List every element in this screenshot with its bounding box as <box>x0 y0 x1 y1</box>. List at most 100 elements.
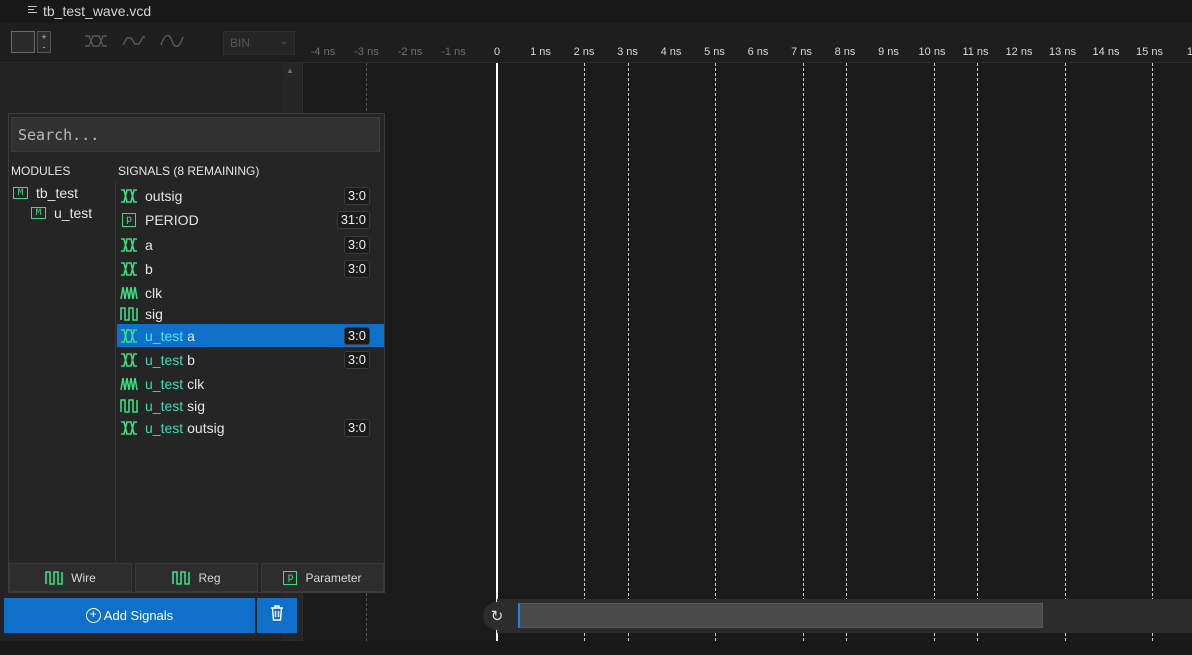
trash-icon <box>270 605 284 626</box>
modules-column <box>9 181 116 563</box>
window-title: tb_test_wave.vcd <box>43 3 152 19</box>
module-icon: M <box>31 207 46 219</box>
waveform-area[interactable] <box>303 63 1192 641</box>
bus-signal-icon <box>119 352 139 368</box>
filter-reg-label: Reg <box>198 570 221 585</box>
signal-module-prefix: u_test <box>145 397 184 414</box>
add-signals-button[interactable]: + Add Signals <box>4 598 255 633</box>
filter-reg-button[interactable]: Reg <box>135 563 258 592</box>
filter-wire-button[interactable]: Wire <box>9 563 132 592</box>
parameter-icon: p <box>283 570 298 585</box>
signal-row[interactable]: a 3:0 <box>117 233 384 256</box>
signal-name: b <box>145 260 153 277</box>
ruler-tick-label: 11 ns <box>962 46 989 58</box>
filter-parameter-button[interactable]: p Parameter <box>261 563 384 592</box>
ruler-tick-label: 9 ns <box>878 46 899 58</box>
gridline <box>628 63 629 641</box>
signal-module-prefix: u_test <box>145 375 184 392</box>
scroll-up-icon[interactable]: ▲ <box>286 66 294 75</box>
add-circle-icon: + <box>85 608 101 623</box>
ruler-tick-label: 10 ns <box>918 46 946 58</box>
refresh-icon[interactable]: ↻ <box>483 602 511 630</box>
gridline <box>1065 63 1066 641</box>
reg-icon <box>172 570 191 585</box>
module-icon: M <box>13 187 28 199</box>
chevron-down-icon: ⌄ <box>279 36 288 47</box>
signal-row[interactable]: u_test a 3:0 <box>117 324 384 347</box>
bus-signal-icon <box>119 237 139 253</box>
gridline <box>1152 63 1153 641</box>
signal-width-badge: 31:0 <box>336 210 370 229</box>
filter-parameter-label: Parameter <box>305 570 362 585</box>
wire-signal-icon <box>119 306 139 322</box>
signal-row[interactable]: u_test clk <box>117 372 384 395</box>
signal-width-badge: 3:0 <box>343 418 370 437</box>
analog-step-icon[interactable] <box>118 31 150 51</box>
ruler-tick-label: 6 ns <box>747 46 769 58</box>
cursor-line[interactable] <box>496 63 498 643</box>
signal-row[interactable]: b 3:0 <box>117 257 384 280</box>
ruler-tick-label: 5 ns <box>704 46 725 58</box>
ruler-tick-label: 8 ns <box>834 46 856 58</box>
signal-module-prefix: u_test <box>145 351 184 368</box>
ruler-tick-label: 0 <box>493 46 501 58</box>
signal-name: a <box>145 236 153 253</box>
ruler-tick-label: 13 ns <box>1049 46 1076 58</box>
signal-row[interactable]: sig <box>117 302 384 325</box>
module-item-tb-test[interactable]: M tb_test <box>13 185 78 201</box>
signal-name: PERIOD <box>145 211 199 228</box>
signal-color-picker[interactable] <box>11 31 35 53</box>
bus-signal-icon <box>119 261 139 277</box>
add-signals-label: Add Signals <box>103 608 174 623</box>
clock-signal-icon <box>119 376 139 392</box>
ruler-tick-label: 16 <box>1186 46 1192 58</box>
status-bar <box>0 641 1192 655</box>
ruler-tick-label: -3 ns <box>354 46 379 58</box>
ruler-tick-label: -2 ns <box>397 46 423 58</box>
signal-row[interactable]: u_test sig <box>117 394 384 417</box>
signal-width-badge: 3:0 <box>343 235 370 254</box>
signals-header: SIGNALS (8 REMAINING) <box>118 164 260 178</box>
signal-name: outsig <box>145 187 183 204</box>
search-input[interactable]: Search... <box>11 117 380 152</box>
ruler-tick-label: 1 ns <box>530 46 551 58</box>
signal-width-badge: 3:0 <box>343 186 370 205</box>
wire-signal-icon <box>119 398 139 414</box>
zoom-buttons: + - <box>37 31 51 53</box>
signal-name: outsig <box>187 419 225 436</box>
delete-button[interactable] <box>257 598 297 633</box>
filter-wire-label: Wire <box>71 570 96 585</box>
signal-row[interactable]: p PERIOD 31:0 <box>117 208 384 231</box>
bus-signal-icon <box>119 328 139 344</box>
signal-width-badge: 3:0 <box>343 259 370 278</box>
gridline <box>977 63 978 641</box>
ruler-tick-label: 7 ns <box>791 46 812 58</box>
module-item-u-test[interactable]: M u_test <box>31 205 92 221</box>
signal-type-filters: Wire Reg p Parameter <box>9 563 384 592</box>
radix-select[interactable]: BIN ⌄ <box>223 31 295 55</box>
signal-name: sig <box>145 305 163 322</box>
signal-row[interactable]: clk <box>117 281 384 304</box>
title-bar: tb_test_wave.vcd <box>0 0 1192 23</box>
analog-smooth-icon[interactable] <box>156 31 188 51</box>
ruler-tick-label: -4 ns <box>310 46 336 58</box>
signal-row[interactable]: u_test outsig 3:0 <box>117 416 384 439</box>
signal-width-badge: 3:0 <box>343 350 370 369</box>
zoom-in-button[interactable]: + <box>38 32 50 42</box>
time-range-scrollbar[interactable] <box>518 603 1043 628</box>
ruler-tick-label: 15 ns <box>1136 46 1163 58</box>
clock-signal-icon <box>119 285 139 301</box>
module-label: tb_test <box>36 185 79 201</box>
parameter-icon: p <box>119 212 139 228</box>
signal-row[interactable]: outsig 3:0 <box>117 184 384 207</box>
signal-name: clk <box>187 375 205 392</box>
ruler-tick-label: 12 ns <box>1005 46 1033 58</box>
bus-icon[interactable] <box>80 31 112 51</box>
module-label: u_test <box>54 205 93 221</box>
signal-module-prefix: u_test <box>145 327 184 344</box>
ruler-tick-label: 14 ns <box>1092 46 1120 58</box>
signal-row[interactable]: u_test b 3:0 <box>117 348 384 371</box>
zoom-out-button[interactable]: - <box>38 42 50 52</box>
render-mode-group <box>80 31 188 55</box>
signal-name: clk <box>145 284 163 301</box>
